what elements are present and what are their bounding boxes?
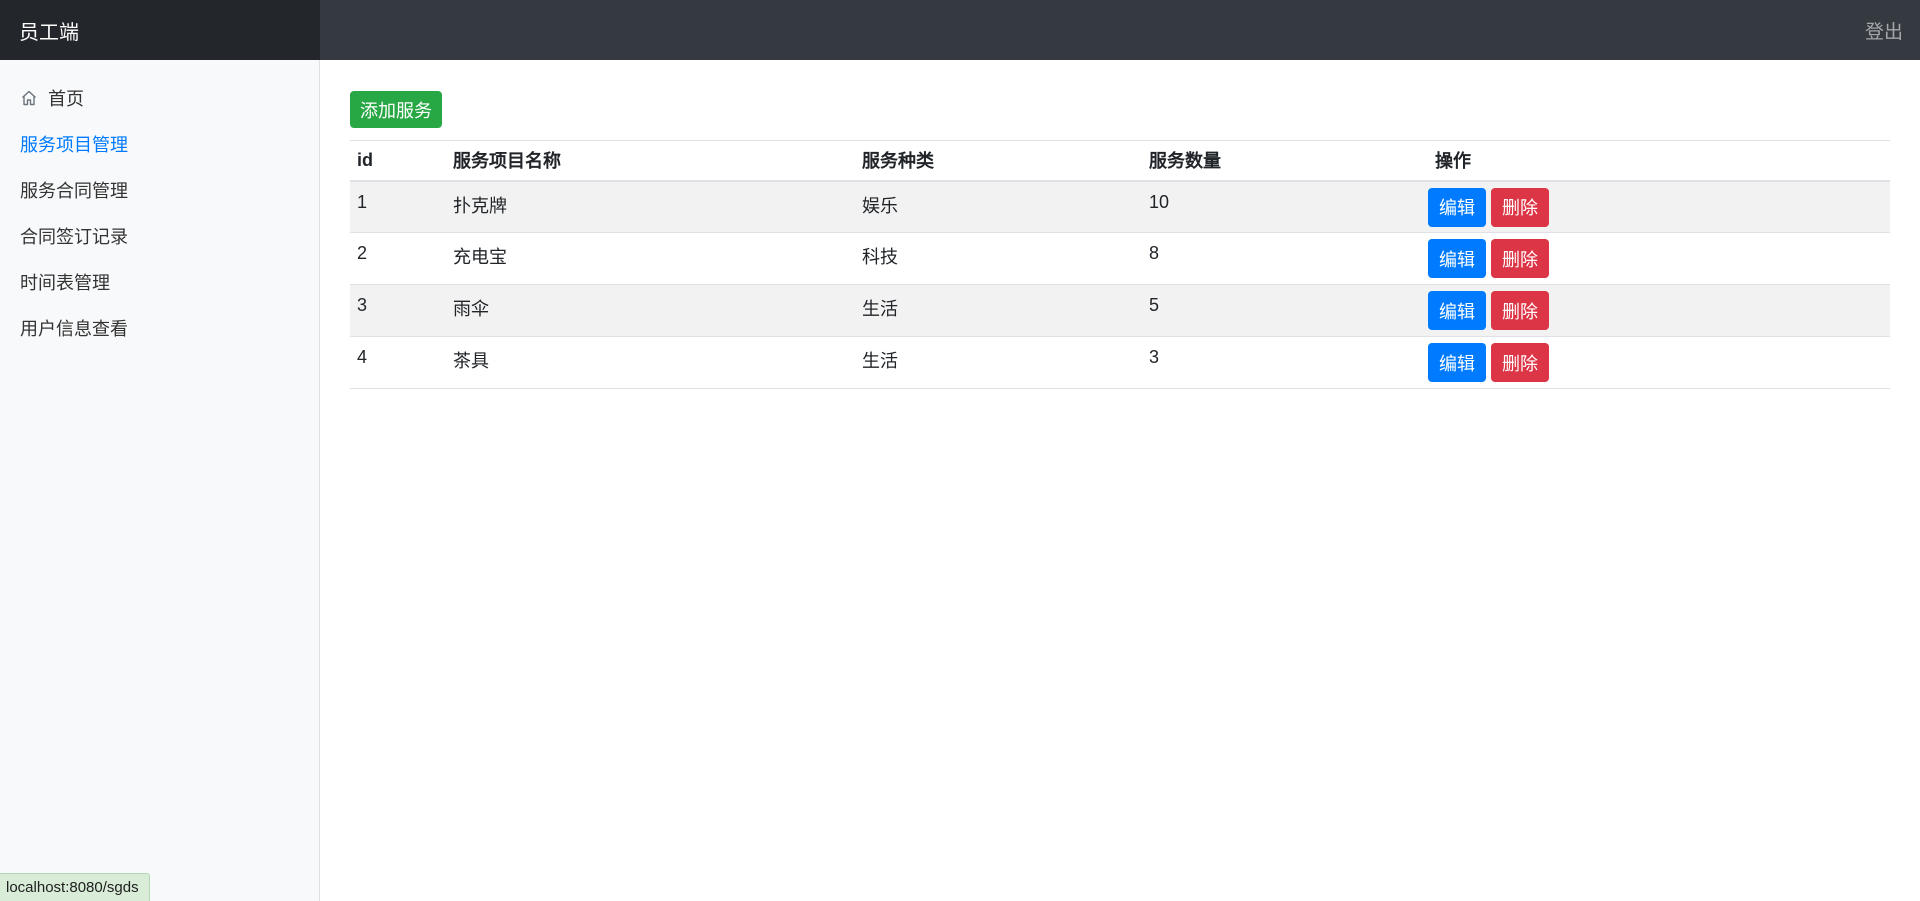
logout-link[interactable]: 登出 (1865, 17, 1920, 44)
sidebar-item-service-contracts[interactable]: 服务合同管理 (0, 167, 319, 213)
sidebar-item-label: 合同签订记录 (20, 227, 128, 247)
delete-button[interactable]: 删除 (1491, 187, 1549, 227)
delete-button[interactable]: 删除 (1491, 343, 1549, 382)
column-header-actions: 操作 (1435, 151, 1471, 172)
sidebar-item-label: 时间表管理 (20, 273, 110, 293)
cell-kind: 生活 (862, 351, 898, 371)
edit-button[interactable]: 编辑 (1428, 291, 1486, 330)
cell-kind: 生活 (862, 299, 898, 319)
cell-count: 10 (1149, 191, 1170, 212)
table-row: 1 扑克牌 娱乐 10 编辑 删除 (350, 180, 1890, 233)
edit-button[interactable]: 编辑 (1428, 187, 1486, 227)
sidebar-item-home[interactable]: 首页 (0, 75, 319, 121)
delete-button[interactable]: 删除 (1491, 239, 1549, 278)
cell-count: 3 (1149, 347, 1160, 367)
browser-status-url: localhost:8080/sgds (0, 873, 150, 901)
column-header-kind: 服务种类 (862, 151, 934, 172)
sidebar-menu: 首页 服务项目管理 服务合同管理 合同签订记录 时间表管理 用户信息查看 (0, 60, 319, 351)
cell-count: 5 (1149, 295, 1160, 315)
column-header-count: 服务数量 (1149, 151, 1221, 172)
cell-id: 3 (357, 295, 368, 315)
sidebar-item-contract-records[interactable]: 合同签订记录 (0, 213, 319, 259)
table-row: 4 茶具 生活 3 编辑 删除 (350, 337, 1890, 389)
table-header-row: id 服务项目名称 服务种类 服务数量 操作 (350, 140, 1890, 181)
table-body: 1 扑克牌 娱乐 10 编辑删除 2 充电宝 科技 8 编辑删除 3 雨伞 (350, 180, 1890, 389)
edit-button[interactable]: 编辑 (1428, 239, 1486, 278)
cell-actions: 编辑 删除 (1428, 337, 1890, 389)
cell-count: 8 (1149, 243, 1160, 263)
sidebar-item-service-items[interactable]: 服务项目管理 (0, 121, 319, 167)
cell-name: 充电宝 (453, 247, 507, 267)
column-header-name: 服务项目名称 (453, 151, 561, 172)
sidebar-item-label: 服务合同管理 (20, 181, 128, 201)
service-table: id 服务项目名称 服务种类 服务数量 操作 1 扑克牌 娱乐 10 编辑 删除 … (350, 140, 1890, 389)
sidebar-item-label: 首页 (48, 89, 84, 109)
add-service-button[interactable]: 添加服务 (350, 91, 442, 128)
table-row: 3 雨伞 生活 5 编辑 删除 (350, 284, 1890, 337)
cell-name: 雨伞 (453, 299, 489, 319)
cell-id: 4 (357, 347, 368, 367)
column-header-id: id (357, 149, 373, 170)
delete-button[interactable]: 删除 (1491, 291, 1549, 330)
cell-name: 扑克牌 (453, 195, 507, 216)
table-header: id 服务项目名称 服务种类 服务数量 操作 (350, 140, 1890, 181)
cell-kind: 娱乐 (862, 195, 898, 216)
cell-id: 2 (357, 243, 368, 263)
home-icon (20, 89, 38, 107)
sidebar-item-schedule[interactable]: 时间表管理 (0, 259, 319, 305)
cell-actions: 编辑 删除 (1428, 233, 1890, 285)
cell-actions: 编辑 删除 (1428, 285, 1890, 337)
brand-title[interactable]: 员工端 (0, 0, 320, 60)
edit-button[interactable]: 编辑 (1428, 343, 1486, 382)
sidebar-item-label: 用户信息查看 (20, 319, 128, 339)
sidebar-item-user-info[interactable]: 用户信息查看 (0, 305, 319, 351)
sidebar: 首页 服务项目管理 服务合同管理 合同签订记录 时间表管理 用户信息查看 (0, 60, 320, 901)
sidebar-item-label: 服务项目管理 (20, 135, 128, 155)
cell-kind: 科技 (862, 247, 898, 267)
table-row: 2 充电宝 科技 8 编辑 删除 (350, 233, 1890, 285)
top-navbar: 员工端 登出 (0, 0, 1920, 60)
main-content: 添加服务 id 服务项目名称 服务种类 服务数量 操作 1 扑克牌 娱乐 10 … (350, 91, 1890, 389)
cell-actions: 编辑 删除 (1428, 181, 1890, 233)
cell-name: 茶具 (453, 351, 489, 371)
cell-id: 1 (357, 191, 368, 212)
